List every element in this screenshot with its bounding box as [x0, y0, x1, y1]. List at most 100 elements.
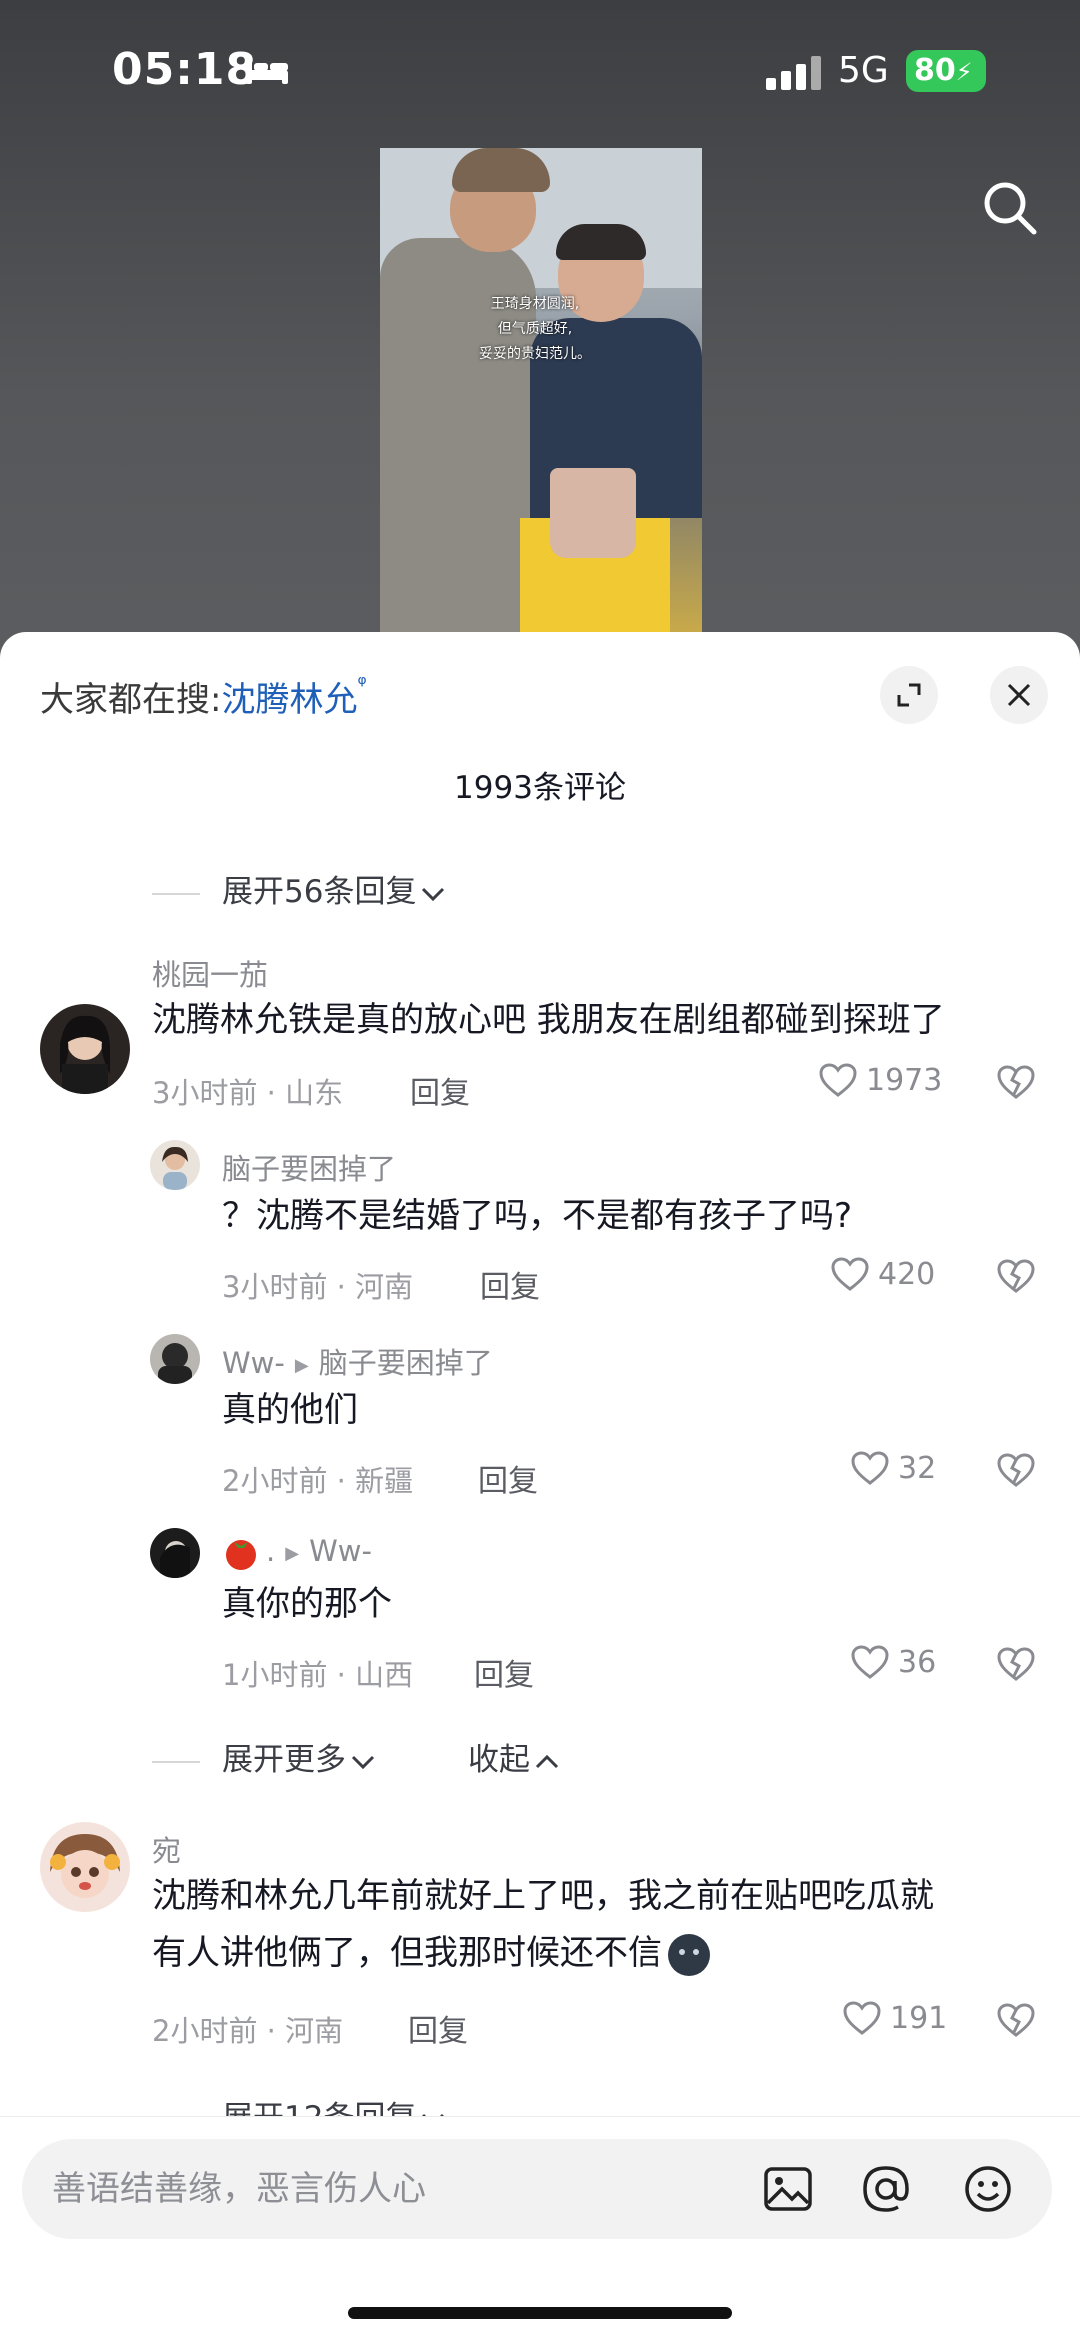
trending-keyword[interactable]: 沈腾林允 [221, 680, 357, 720]
broken-heart-icon[interactable] [996, 1064, 1036, 1100]
video-caption: 王琦身材圆润, 但气质超好, 妥妥的贵妇范儿。 [470, 292, 600, 367]
avatar-image [40, 1822, 130, 1912]
video-caption-line: 但气质超好, [497, 321, 573, 337]
comment-meta: 2小时前 · 新疆 [222, 1464, 414, 1498]
status-time: 05:18 [112, 44, 258, 95]
avatar[interactable] [150, 1528, 200, 1578]
reply-to-username[interactable]: 脑子要困掉了 [319, 1346, 493, 1380]
chevron-down-icon [351, 1755, 375, 1769]
comment-count: 1993条评论 [454, 770, 626, 806]
at-icon[interactable] [860, 2163, 912, 2215]
reply-to-username[interactable]: Ww- [309, 1534, 372, 1568]
expand-button[interactable] [880, 666, 938, 724]
comment-text-line-text: 有人讲他俩了，但我那时候还不信 [152, 1933, 662, 1973]
video-caption-line: 王琦身材圆润, [490, 296, 580, 312]
comment-username-line: Ww- ▶ 脑子要困掉了 [222, 1340, 493, 1382]
comment-input-bar [0, 2116, 1080, 2341]
broken-heart-icon[interactable] [996, 1452, 1036, 1488]
home-indicator[interactable] [348, 2307, 732, 2319]
heart-icon [831, 1257, 869, 1291]
like-button[interactable]: 420 [830, 1256, 935, 1292]
collapse-button[interactable]: 收起 [468, 1734, 560, 1779]
comment-text: ？沈腾不是结婚了吗，不是都有孩子了吗? [222, 1196, 853, 1236]
video-caption-line: 妥妥的贵妇范儿。 [479, 346, 591, 362]
broken-heart-icon[interactable] [996, 2002, 1036, 2038]
comment-username[interactable]: 脑子要困掉了 [222, 1146, 396, 1188]
collapse-label: 收起 [468, 1742, 530, 1778]
small-search-icon: ᵠ [357, 672, 367, 697]
comment-meta: 3小时前 · 山东 [152, 1076, 344, 1110]
comment-username-line: . ▶ Ww- [222, 1534, 372, 1572]
like-count: 191 [890, 2000, 948, 2036]
comment-sheet: 大家都在搜:沈腾林允ᵠ 1993条评论 展开56条回复 桃园一茄 沈腾林允铁是真… [0, 632, 1080, 2341]
comment-username[interactable]: 桃园一茄 [152, 952, 268, 994]
avatar-image [150, 1528, 200, 1578]
tomato-icon [226, 1540, 256, 1570]
avatar-image [40, 1004, 130, 1094]
expand-replies-button[interactable]: 展开56条回复 [152, 866, 446, 911]
comment-text-line: 沈腾和林允几年前就好上了吧，我之前在贴吧吃瓜就 [152, 1876, 934, 1916]
chevron-up-icon [535, 1754, 559, 1768]
comment-input-container[interactable] [22, 2139, 1052, 2239]
avatar[interactable] [150, 1140, 200, 1190]
avatar[interactable] [40, 1822, 130, 1912]
broken-heart-icon[interactable] [996, 1646, 1036, 1682]
charging-icon: ⚡ [955, 58, 973, 86]
image-icon[interactable] [762, 2163, 814, 2215]
video-handbag [550, 468, 636, 558]
expand-icon [897, 683, 921, 707]
reply-button[interactable]: 回复 [478, 1456, 538, 1500]
bed-icon [246, 58, 288, 84]
comment-text: 沈腾林允铁是真的放心吧 我朋友在剧组都碰到探班了 [152, 1000, 945, 1040]
video-person-left-hat [452, 148, 550, 192]
reply-arrow-icon: ▶ [294, 1354, 309, 1376]
comment-meta: 1小时前 · 山西 [222, 1658, 414, 1692]
like-count: 32 [898, 1450, 937, 1486]
close-icon [1007, 683, 1031, 707]
reply-button[interactable]: 回复 [410, 1068, 470, 1112]
network-label: 5G [838, 50, 889, 91]
comment-meta: 2小时前 · 河南 [152, 2014, 344, 2048]
like-count: 1973 [866, 1062, 943, 1098]
comment-text: 真你的那个 [222, 1584, 392, 1624]
heart-icon [843, 2001, 881, 2035]
comment-meta: 3小时前 · 河南 [222, 1270, 414, 1304]
reply-button[interactable]: 回复 [408, 2006, 468, 2050]
broken-heart-icon[interactable] [996, 1258, 1036, 1294]
like-button[interactable]: 1973 [818, 1062, 942, 1098]
signal-icon [766, 56, 821, 90]
reply-arrow-icon: ▶ [285, 1542, 300, 1564]
divider [152, 1760, 200, 1763]
comment-text-line: 有人讲他俩了，但我那时候还不信 [152, 1925, 934, 1982]
video-person-right-hair [556, 224, 646, 260]
avatar[interactable] [40, 1004, 130, 1094]
heart-icon [819, 1063, 857, 1097]
chevron-down-icon [422, 887, 445, 901]
comment-input[interactable] [52, 2139, 732, 2239]
comment-username[interactable]: Ww- [222, 1346, 285, 1380]
close-button[interactable] [990, 666, 1048, 724]
reply-button[interactable]: 回复 [474, 1650, 534, 1694]
reply-button[interactable]: 回复 [480, 1262, 540, 1306]
comment-text: 真的他们 [222, 1390, 358, 1430]
divider [152, 892, 200, 895]
video-thumbnail[interactable]: 王琦身材圆润, 但气质超好, 妥妥的贵妇范儿。 [380, 148, 702, 632]
like-button[interactable]: 32 [850, 1450, 936, 1486]
comment-username[interactable]: . [266, 1534, 275, 1568]
comment-text: 沈腾和林允几年前就好上了吧，我之前在贴吧吃瓜就 有人讲他俩了，但我那时候还不信 [152, 1868, 934, 1982]
heart-icon [851, 1451, 889, 1485]
like-button[interactable]: 191 [842, 2000, 947, 2036]
emoji-icon[interactable] [962, 2163, 1014, 2215]
search-icon[interactable] [980, 178, 1040, 238]
trending-search[interactable]: 大家都在搜:沈腾林允ᵠ [40, 672, 367, 721]
expand-more-label: 展开更多 [222, 1742, 346, 1778]
avatar[interactable] [150, 1334, 200, 1384]
status-bar: 05:18 5G 80⚡ [0, 0, 1080, 150]
expand-more-button[interactable]: 展开更多 [152, 1734, 376, 1779]
expand-replies-label: 展开56条回复 [222, 874, 417, 910]
avatar-image [150, 1140, 200, 1190]
like-button[interactable]: 36 [850, 1644, 936, 1680]
comment-username[interactable]: 宛 [152, 1828, 181, 1870]
like-count: 420 [878, 1256, 936, 1292]
battery-level: 80 [914, 53, 956, 88]
